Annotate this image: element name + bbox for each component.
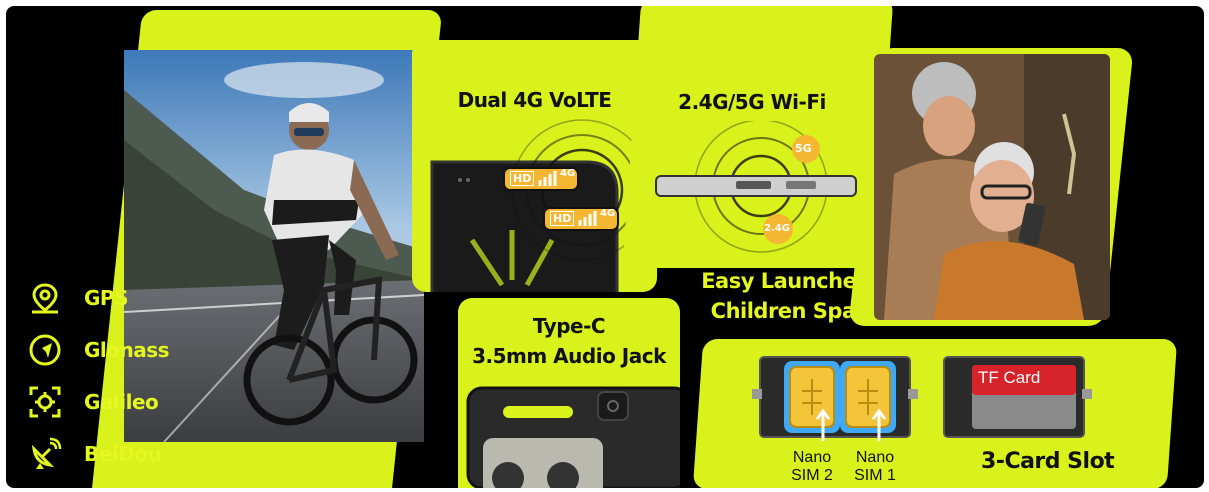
navigation-arrow-icon <box>29 334 61 366</box>
tf-card-label: TF Card <box>978 368 1041 387</box>
sim-tray-illustration <box>752 356 918 441</box>
phone-bottom-illustration <box>466 386 680 488</box>
typec-panel: Type-C 3.5mm Audio Jack <box>458 298 680 488</box>
satellite-dish-icon <box>31 437 62 469</box>
navigation-list: GPS Glonass Galileo BeiDou <box>28 278 188 474</box>
lte-badge: 4G <box>560 168 576 179</box>
nav-item-beidou: BeiDou <box>28 434 188 474</box>
sim1-label: Nano SIM 1 <box>851 449 899 485</box>
sim1-label-line-1: Nano <box>855 449 895 466</box>
nav-item-galileo: Galileo <box>28 382 188 422</box>
audio-jack-title: 3.5mm Audio Jack <box>472 344 666 368</box>
card-slot-title: 3-Card Slot <box>981 449 1115 474</box>
map-pin-icon <box>32 283 58 314</box>
sim2-label-line-2: SIM 2 <box>791 467 833 484</box>
sim2-label-line-1: Nano <box>792 449 832 466</box>
wifi-phone-illustration <box>655 121 857 253</box>
typec-title: Type-C <box>532 314 606 338</box>
sim2-label: Nano SIM 2 <box>788 449 836 485</box>
wifi-title: 2.4G/5G Wi-Fi <box>678 90 826 114</box>
phone-corner-illustration <box>430 119 653 292</box>
nav-item-glonass: Glonass <box>28 330 188 370</box>
nav-label-beidou: BeiDou <box>84 442 162 466</box>
wifi-24g-badge: 2.4G <box>764 223 790 234</box>
hd-badge: HD <box>510 171 535 186</box>
lte-badge-2: 4G <box>600 208 616 219</box>
hd-badge-2: HD <box>550 211 575 226</box>
nav-label-galileo: Galileo <box>84 390 159 414</box>
sim1-label-line-2: SIM 1 <box>854 467 896 484</box>
wifi-5g-badge: 5G <box>795 142 812 155</box>
crosshair-target-icon <box>29 386 61 418</box>
nav-item-gps: GPS <box>28 278 188 318</box>
nav-label-glonass: Glonass <box>84 338 170 362</box>
volte-panel: Dual 4G VoLTE HD 4G HD 4G <box>412 40 657 292</box>
tf-card-tray-illustration <box>943 356 1092 438</box>
nav-label-gps: GPS <box>84 286 128 310</box>
family-photo <box>874 54 1110 320</box>
banner-frame: GPS Glonass Galileo BeiDou Dual 4G VoLTE… <box>6 6 1204 488</box>
